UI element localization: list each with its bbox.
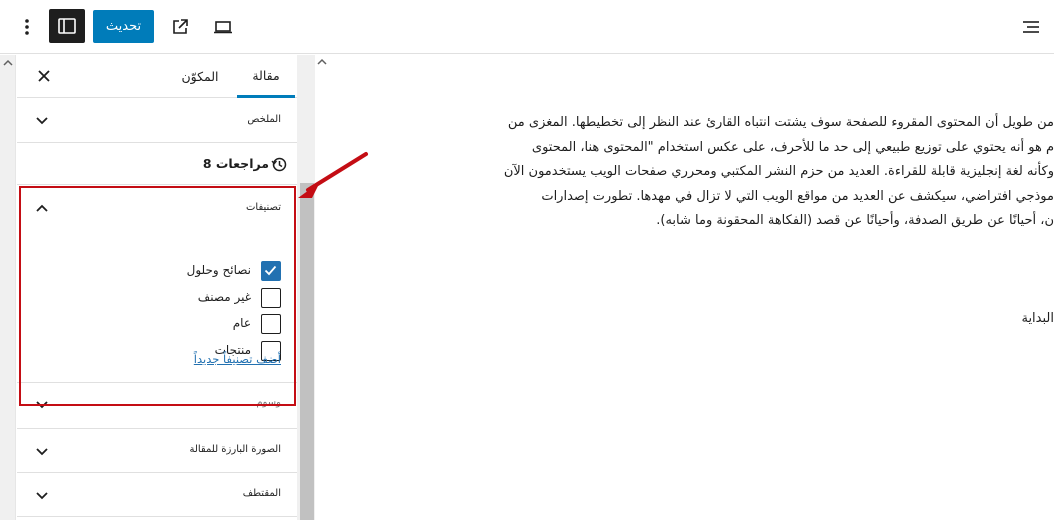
panel-featured-image-title: الصورة البارزة للمقالة — [189, 444, 281, 455]
revisions-count[interactable]: 8 مراجعات — [203, 156, 269, 171]
paragraph-line: م هو أنه يحتوي على توزيع طبيعي إلى حد ما… — [531, 139, 1054, 155]
chevron-down-icon — [36, 448, 48, 456]
desktop-preview-icon — [214, 21, 232, 34]
top-toolbar: تحديث — [0, 0, 1054, 54]
close-icon — [38, 70, 50, 82]
post-paragraph[interactable]: من طويل أن المحتوى المقروء للصفحة سوف يش… — [394, 111, 1054, 234]
panel-summary-title: الملخص — [247, 114, 281, 125]
categories-highlight-box — [19, 186, 296, 406]
device-preview-button[interactable] — [208, 12, 238, 42]
view-post-button[interactable] — [166, 12, 194, 42]
sidebar-panel-icon — [58, 18, 76, 34]
sidebar-tabs: مقالة المكوّن — [17, 55, 297, 98]
settings-sidebar-toggle[interactable] — [49, 9, 85, 43]
paragraph-start-word[interactable]: البداية — [1021, 311, 1054, 326]
scroll-up-arrow-icon[interactable] — [3, 58, 13, 68]
panel-summary[interactable]: الملخص — [17, 98, 297, 143]
document-overview-button[interactable] — [1016, 12, 1046, 42]
paragraph-line: وكأنه لغة إنجليزية قابلة للقراءة. العديد… — [503, 164, 1054, 179]
sidebar-left-scrollbar[interactable] — [0, 55, 16, 520]
revisions-row[interactable]: 8 مراجعات — [17, 143, 297, 185]
chevron-down-icon — [36, 492, 48, 500]
panel-excerpt-title: المقتطف — [242, 488, 281, 499]
chevron-down-icon — [36, 117, 48, 125]
editor-screen: تحديث مقالة المكوّن الملخص 8 مراجعات تصن… — [0, 0, 1054, 520]
update-button[interactable]: تحديث — [93, 10, 154, 43]
annotation-arrow-icon — [298, 152, 368, 198]
editor-canvas[interactable]: من طويل أن المحتوى المقروء للصفحة سوف يش… — [315, 55, 1054, 520]
scroll-up-arrow-icon[interactable] — [315, 55, 329, 69]
vertical-ellipsis-icon — [25, 19, 29, 35]
tab-post[interactable]: مقالة — [237, 55, 295, 98]
options-button[interactable] — [14, 12, 40, 42]
paragraph-line: من طويل أن المحتوى المقروء للصفحة سوف يش… — [507, 115, 1054, 130]
document-overview-icon — [1023, 21, 1039, 33]
tab-block[interactable]: المكوّن — [167, 55, 233, 98]
panel-excerpt[interactable]: المقتطف — [17, 473, 297, 517]
sidebar-scrollbar-thumb[interactable] — [300, 183, 314, 520]
history-icon — [271, 157, 287, 172]
paragraph-line: موذجي افتراضي، سيكشف عن العديد من مواقع … — [541, 188, 1054, 204]
external-link-icon — [173, 19, 188, 34]
paragraph-line: ن، أحيانًا عن طريق الصدفة، وأحيانًا عن ق… — [656, 213, 1054, 228]
panel-featured-image[interactable]: الصورة البارزة للمقالة — [17, 429, 297, 473]
close-sidebar-button[interactable] — [33, 65, 55, 87]
